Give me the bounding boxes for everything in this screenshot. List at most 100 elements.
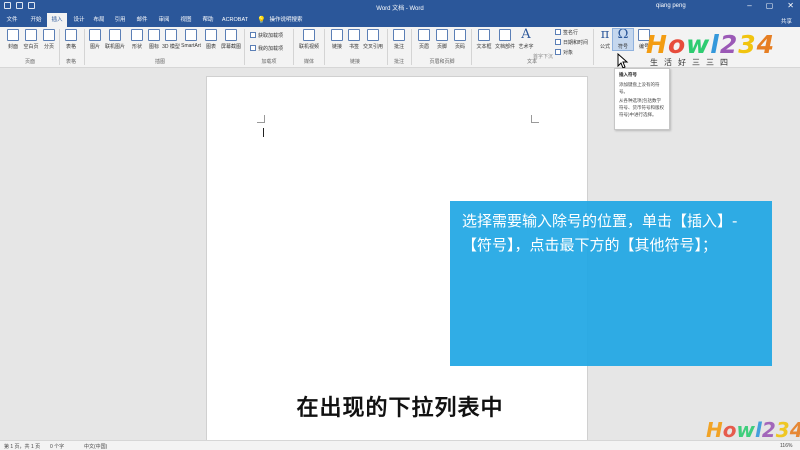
- page-number-button[interactable]: 页码: [449, 29, 471, 50]
- logo-letter: 4: [756, 30, 776, 59]
- logo-letter: 3: [775, 418, 790, 442]
- date-time-button[interactable]: 日期和时间: [555, 39, 588, 46]
- share-button[interactable]: 共享: [781, 17, 792, 25]
- tab-view[interactable]: 视图: [176, 13, 196, 27]
- lightbulb-icon: 💡: [257, 17, 266, 24]
- group-label-text: 文本: [526, 59, 537, 65]
- tab-file[interactable]: 文件: [2, 13, 22, 27]
- group-separator: [293, 29, 294, 65]
- tab-acrobat[interactable]: ACROBAT: [220, 13, 250, 27]
- table-icon: [65, 29, 77, 41]
- page-number-icon: [454, 29, 466, 41]
- tell-me-search[interactable]: 操作说明搜索: [266, 13, 306, 27]
- logo-letter: l: [710, 30, 720, 59]
- tab-review[interactable]: 审阅: [154, 13, 174, 27]
- object-icon: [555, 49, 561, 55]
- tab-layout[interactable]: 布局: [90, 13, 108, 27]
- online-video-button[interactable]: 联机视频: [296, 29, 322, 50]
- tab-help[interactable]: 帮助: [198, 13, 218, 27]
- online-picture-icon: [109, 29, 121, 41]
- window-controls: – ▢ ✕: [747, 1, 794, 10]
- blank-page-icon: [25, 29, 37, 41]
- doc-parts-icon: [499, 29, 511, 41]
- margin-marker: [257, 115, 265, 123]
- title-bar: Word 文档 - Word qiang peng – ▢ ✕: [0, 0, 800, 13]
- get-addins-button[interactable]: 获取加载项: [250, 32, 283, 39]
- minimize-button[interactable]: –: [747, 1, 751, 10]
- my-addins-button[interactable]: 我的加载项: [250, 45, 283, 52]
- logo-letter: H: [646, 30, 668, 59]
- logo-letter: 4: [790, 418, 800, 442]
- language-indicator[interactable]: 中文(中国): [84, 443, 107, 450]
- logo-letter: w: [686, 30, 711, 59]
- group-label-illustrations: 插图: [154, 59, 165, 65]
- logo-slogan: 生活好三三四: [650, 58, 734, 67]
- instruction-overlay: 选择需要输入除号的位置，单击【插入】-【符号】，点击最下方的【其他符号】；: [450, 201, 772, 366]
- cross-reference-button[interactable]: 交叉引用: [360, 29, 386, 50]
- logo-letter: 2: [761, 418, 776, 442]
- signature-icon: [555, 29, 561, 35]
- group-label-pages: 页面: [24, 59, 35, 65]
- video-subtitle: 在出现的下拉列表中: [296, 396, 504, 421]
- screenshot-button[interactable]: 屏幕截图: [218, 29, 244, 50]
- word-count[interactable]: 0 个字: [50, 443, 64, 450]
- logo-letter: H: [706, 418, 723, 442]
- group-label-links: 链接: [349, 59, 360, 65]
- page-count[interactable]: 第 1 页，共 1 页: [4, 443, 40, 450]
- logo-letter: 3: [738, 30, 757, 59]
- close-button[interactable]: ✕: [787, 1, 794, 10]
- status-bar: 第 1 页，共 1 页 0 个字 中文(中国) 116%: [0, 440, 800, 450]
- addin-icon: [250, 45, 256, 51]
- wordart-button[interactable]: A 艺术字: [514, 27, 538, 50]
- group-label-tables: 表格: [65, 59, 76, 65]
- chart-icon: [205, 29, 217, 41]
- cross-reference-icon: [367, 29, 379, 41]
- tab-design[interactable]: 设计: [70, 13, 88, 27]
- group-label-header-footer: 页眉和页脚: [429, 59, 455, 65]
- tooltip-line: 从各种选项(包括数学符号、货币符号和版权符号)中进行选择。: [619, 98, 664, 117]
- tab-home[interactable]: 开始: [26, 13, 46, 27]
- object-button[interactable]: 对象: [555, 49, 573, 56]
- group-separator: [244, 29, 245, 65]
- tab-insert[interactable]: 插入: [47, 13, 67, 27]
- watermark-logo-bottom: Howl234: [706, 418, 800, 442]
- smartart-icon: [185, 29, 197, 41]
- footer-icon: [436, 29, 448, 41]
- video-icon: [303, 29, 315, 41]
- table-button[interactable]: 表格: [60, 29, 82, 50]
- mouse-pointer-icon: [617, 53, 629, 69]
- zoom-level[interactable]: 116%: [780, 443, 792, 449]
- page-break-button[interactable]: 分页: [38, 29, 60, 50]
- cover-icon: [7, 29, 19, 41]
- pi-icon: π: [600, 27, 610, 42]
- omega-icon: Ω: [617, 27, 629, 42]
- logo-letter: o: [722, 418, 737, 442]
- symbol-button[interactable]: Ω 符号: [612, 27, 634, 51]
- tab-mailings[interactable]: 邮件: [132, 13, 152, 27]
- signature-line-button[interactable]: 签名行: [555, 29, 578, 36]
- wordart-icon: A: [521, 27, 531, 42]
- online-picture-button[interactable]: 联机图片: [102, 29, 128, 50]
- comment-icon: [393, 29, 405, 41]
- logo-letter: l: [754, 418, 762, 442]
- comment-button[interactable]: 批注: [388, 29, 410, 50]
- cube-icon: [165, 29, 177, 41]
- symbol-tooltip: 插入符号 添加键盘上没有的符号。 从各种选项(包括数学符号、货币符号和版权符号)…: [614, 68, 670, 130]
- restore-button[interactable]: ▢: [766, 1, 774, 10]
- group-separator: [411, 29, 412, 65]
- tooltip-title: 插入符号: [619, 72, 637, 77]
- icons-icon: [148, 29, 160, 41]
- user-name[interactable]: qiang peng: [656, 3, 686, 9]
- group-label-comments: 批注: [393, 59, 404, 65]
- group-separator: [324, 29, 325, 65]
- shapes-icon: [131, 29, 143, 41]
- logo-wordmark: Howl234: [646, 30, 775, 59]
- logo-letter: o: [667, 30, 687, 59]
- tooltip-line: 添加键盘上没有的符号。: [619, 81, 660, 94]
- logo-letter: w: [736, 418, 755, 442]
- store-icon: [250, 32, 256, 38]
- textbox-icon: [478, 29, 490, 41]
- text-cursor: [263, 128, 264, 137]
- ribbon-tabs: 文件 开始 插入 设计 布局 引用 邮件 审阅 视图 帮助 ACROBAT 💡 …: [0, 13, 800, 27]
- tab-references[interactable]: 引用: [110, 13, 130, 27]
